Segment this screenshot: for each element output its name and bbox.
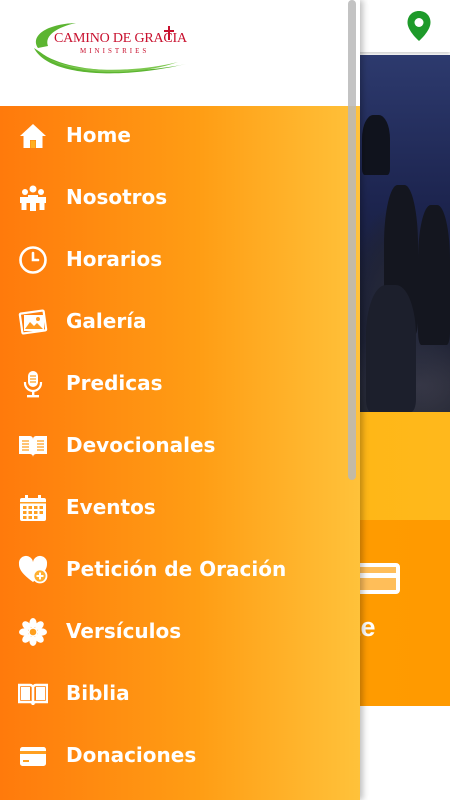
menu-item-galeria[interactable]: Galería bbox=[0, 292, 360, 354]
credit-card-icon bbox=[356, 563, 400, 594]
calendar-icon bbox=[17, 492, 49, 524]
home-icon bbox=[17, 120, 49, 152]
heart-plus-icon bbox=[17, 554, 49, 586]
church-logo: CAMINO DE GRACIA MINISTRIES bbox=[28, 18, 188, 88]
logo-title: CAMINO DE GRACIA bbox=[54, 31, 187, 46]
drawer-menu: Home Nosotros Horarios Galería Predicas bbox=[0, 106, 360, 800]
gallery-icon bbox=[17, 306, 49, 338]
menu-label-versiculos: Versículos bbox=[66, 619, 182, 643]
drawer-scrollbar[interactable] bbox=[348, 0, 356, 480]
credit-card-icon bbox=[17, 740, 49, 772]
people-icon bbox=[17, 182, 49, 214]
menu-item-devocionales[interactable]: Devocionales bbox=[0, 416, 360, 478]
clock-icon bbox=[17, 244, 49, 276]
microphone-icon bbox=[17, 368, 49, 400]
menu-item-predicas[interactable]: Predicas bbox=[0, 354, 360, 416]
menu-label-home: Home bbox=[66, 123, 131, 147]
menu-label-galeria: Galería bbox=[66, 309, 147, 333]
location-pin-icon[interactable] bbox=[406, 10, 432, 42]
flower-icon bbox=[17, 616, 49, 648]
menu-item-home[interactable]: Home bbox=[0, 106, 360, 168]
drawer-header: CAMINO DE GRACIA MINISTRIES bbox=[0, 0, 360, 106]
menu-item-horarios[interactable]: Horarios bbox=[0, 230, 360, 292]
menu-label-nosotros: Nosotros bbox=[66, 185, 168, 209]
menu-item-nosotros[interactable]: Nosotros bbox=[0, 168, 360, 230]
menu-label-donaciones: Donaciones bbox=[66, 743, 197, 767]
menu-item-peticion-de-oracion[interactable]: Petición de Oración bbox=[0, 540, 360, 602]
menu-label-biblia: Biblia bbox=[66, 681, 130, 705]
menu-item-biblia[interactable]: Biblia bbox=[0, 664, 360, 726]
navigation-drawer: CAMINO DE GRACIA MINISTRIES Home Nosotro… bbox=[0, 0, 360, 800]
logo-subtitle: MINISTRIES bbox=[80, 47, 150, 55]
menu-label-horarios: Horarios bbox=[66, 247, 163, 271]
menu-item-donaciones[interactable]: Donaciones bbox=[0, 726, 360, 788]
menu-label-predicas: Predicas bbox=[66, 371, 163, 395]
menu-label-peticion-de-oracion: Petición de Oración bbox=[66, 557, 287, 581]
open-book-icon bbox=[17, 430, 49, 462]
menu-label-eventos: Eventos bbox=[66, 495, 156, 519]
bible-icon bbox=[17, 678, 49, 710]
menu-item-eventos[interactable]: Eventos bbox=[0, 478, 360, 540]
menu-label-devocionales: Devocionales bbox=[66, 433, 216, 457]
menu-item-versiculos[interactable]: Versículos bbox=[0, 602, 360, 664]
